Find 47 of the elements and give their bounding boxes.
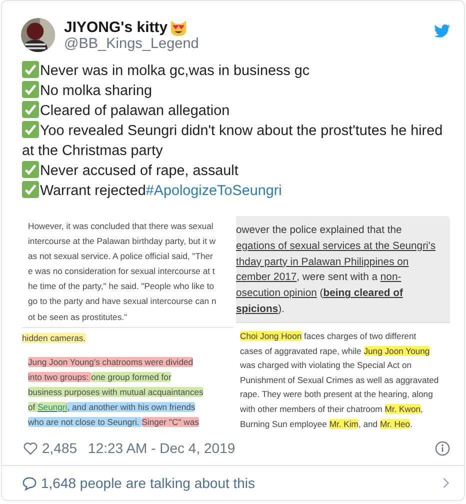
- hashtag-link[interactable]: #ApologizeToSeungri: [146, 183, 282, 199]
- tweet-text: Never accused of rape, assault: [22, 161, 454, 181]
- conversation-link[interactable]: 1,648 people are talking about this: [2, 465, 464, 500]
- check-mark-icon: [22, 181, 39, 198]
- info-icon[interactable]: [435, 440, 450, 456]
- article-line: Burning Sun employee Mr. Kim, and Mr. Heo.: [240, 418, 414, 431]
- article-line: However, it was concluded that there was sexual: [28, 220, 214, 233]
- heart-icon[interactable]: [23, 442, 38, 454]
- conversation-count: 1,648 people are talking about this: [41, 475, 256, 491]
- timestamp-link[interactable]: 12:23 AM - Dec 4, 2019: [88, 440, 236, 456]
- chevron-right-icon: [442, 477, 450, 489]
- article-line: go to the party and have sexual intercourse can n: [28, 295, 218, 308]
- article-line: e was no consideration for sexual intercourse at t: [28, 265, 216, 278]
- article-line: rape. They were both present at the hearing, along: [240, 388, 434, 402]
- author-handle[interactable]: @BB_Kings_Legend: [64, 36, 199, 52]
- article-line: of Seungri, and another with his own friends: [28, 400, 196, 414]
- article-line: cases of aggravated rape, while Jung Joon Young: [240, 344, 431, 358]
- article-line: Punishment of Sexual Crimes as well as aggravated: [240, 374, 440, 387]
- article-line: who are not close to Seungri. Singer "C" was: [28, 416, 200, 429]
- tweet-text: Warrant rejected#ApologizeToSeungri: [22, 181, 454, 201]
- check-mark-icon: [22, 81, 39, 98]
- article-line: osecution opinion (being cleared of: [236, 287, 404, 302]
- article-line: with other members of their chatroom Mr. Kwon,: [240, 402, 424, 416]
- article-line: ot be seen as prostitutes.": [28, 310, 128, 324]
- article-line: thday party in Palawan Philippines on: [236, 256, 410, 270]
- speech-bubble-icon: [22, 476, 37, 490]
- article-line: was charged with violating the Special Act on: [240, 359, 412, 372]
- tweet-text: No molka sharing: [22, 81, 454, 101]
- image-grid[interactable]: [22, 216, 450, 432]
- check-mark-icon: [22, 121, 39, 138]
- article-line: as not sexual service. A police official said, "Ther: [28, 250, 214, 264]
- article-line: intercourse at the Palawan birthday party, but it w: [28, 235, 217, 248]
- tweet-text: Cleared of palawan allegation: [22, 101, 454, 121]
- article-line: he time of the party," he said. "People who like to: [28, 280, 216, 294]
- article-line: Choi Jong Hoon faces charges of two different: [240, 330, 418, 343]
- bird-logo-icon[interactable]: [434, 24, 450, 38]
- article-line: egations of sexual services at the Seungri's: [236, 240, 437, 254]
- article-line: spicions).: [236, 302, 286, 317]
- check-mark-icon: [22, 101, 39, 118]
- tweet-text: Yoo revealed Seungri didn't know about the prost'tutes he hired at the Christmas party: [22, 121, 444, 161]
- check-mark-icon: [22, 61, 39, 78]
- article-line: cember 2017, were sent with a non-: [236, 271, 402, 286]
- check-mark-icon: [22, 161, 39, 178]
- like-count: 2,485: [42, 440, 78, 456]
- tweet-text: Never was in molka gc,was in business gc: [22, 61, 454, 81]
- author-name[interactable]: JIYONG's kitty: [64, 18, 168, 36]
- article-line: owever the police explained that the: [236, 224, 403, 238]
